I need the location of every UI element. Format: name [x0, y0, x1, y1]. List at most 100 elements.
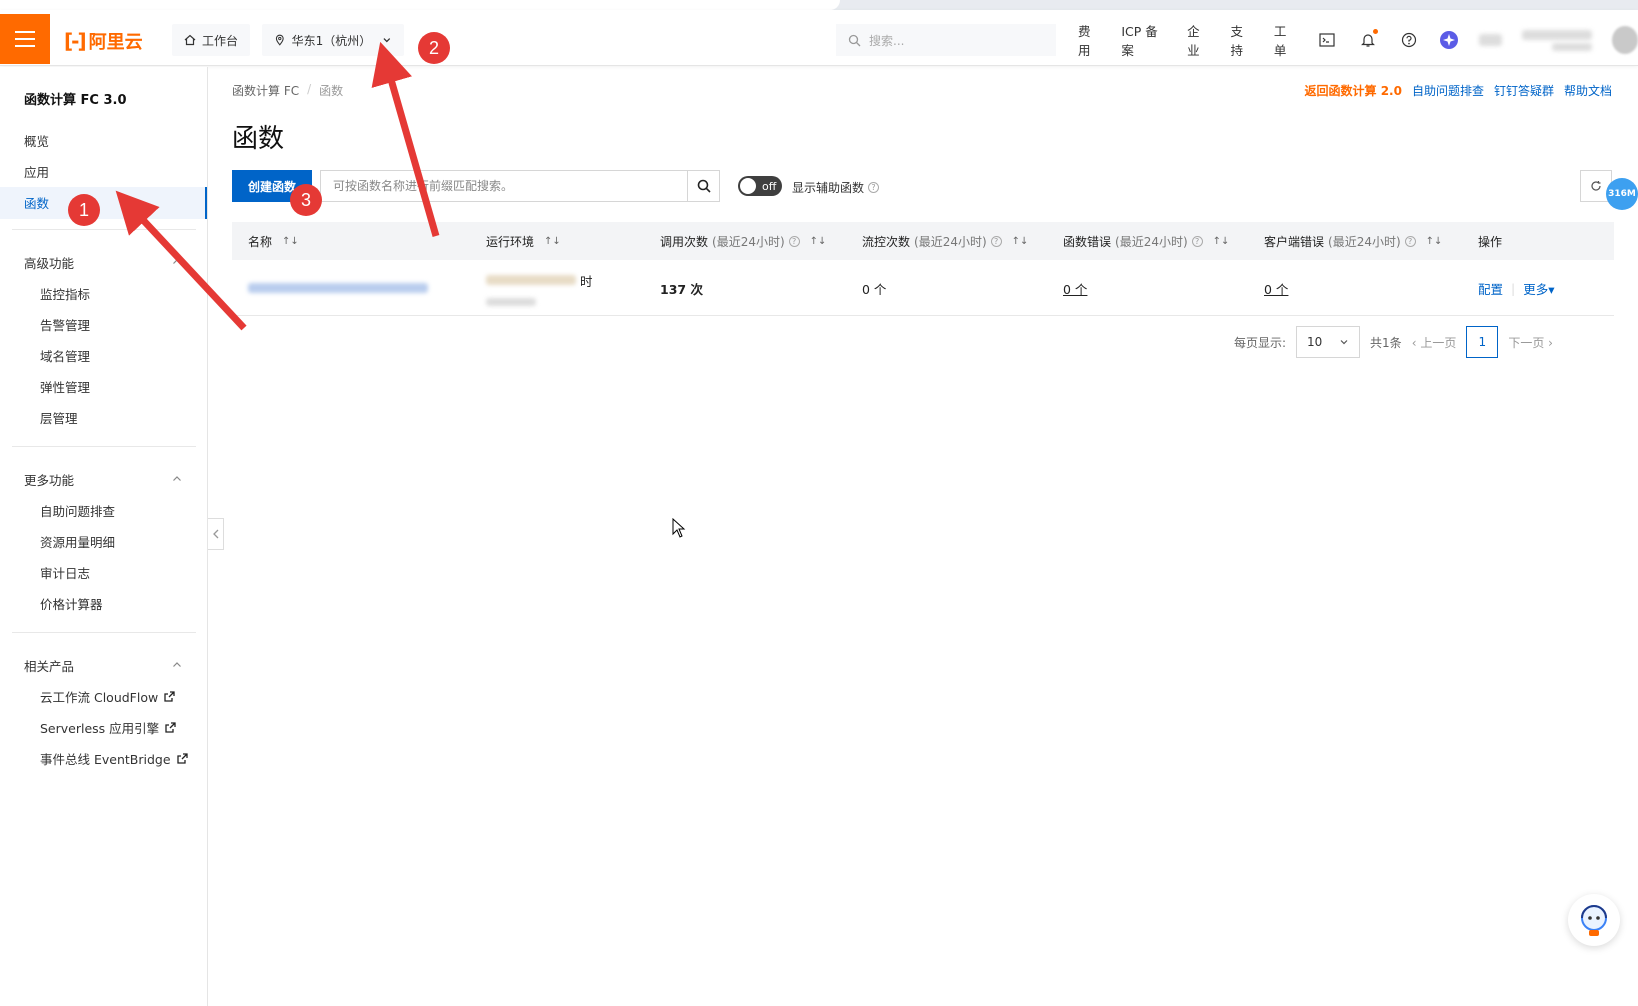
sidebar-item-cloudflow[interactable]: 云工作流 CloudFlow [40, 687, 175, 706]
nav-ticket[interactable]: 工单 [1274, 21, 1297, 59]
sidebar-item-overview[interactable]: 概览 [24, 131, 49, 150]
runtime-sub-blurred [486, 297, 536, 306]
question-icon[interactable]: ? [1191, 235, 1203, 247]
sort-icon[interactable]: ↑↓ [1426, 236, 1443, 247]
help-circle-icon[interactable] [1398, 29, 1419, 51]
sidebar-item-sae[interactable]: Serverless 应用引擎 [40, 718, 176, 737]
prev-page-button[interactable]: ‹ 上一页 [1412, 334, 1457, 351]
sidebar-item-elasticity[interactable]: 弹性管理 [40, 377, 90, 396]
nav-billing[interactable]: 费用 [1078, 21, 1101, 59]
function-search-input[interactable] [321, 171, 687, 201]
chevron-up-icon[interactable] [172, 257, 182, 267]
hamburger-menu-button[interactable] [0, 14, 50, 64]
header-label: 名称 [248, 234, 273, 249]
aliyun-logo[interactable]: [-] 阿里云 [64, 28, 143, 54]
chevron-up-icon[interactable] [172, 660, 182, 670]
ai-assistant-icon[interactable] [1439, 29, 1460, 51]
chevron-up-icon[interactable] [172, 474, 182, 484]
prev-page-label: 上一页 [1420, 335, 1457, 350]
sidebar-item-usage[interactable]: 资源用量明细 [40, 532, 115, 551]
user-avatar[interactable] [1611, 26, 1638, 54]
toggle-label-text: 显示辅助函数 [792, 181, 865, 195]
function-name-link-blurred[interactable] [248, 260, 428, 316]
question-icon[interactable]: ? [1404, 235, 1416, 247]
refresh-icon [1591, 181, 1601, 191]
page-number-current[interactable]: 1 [1466, 326, 1499, 358]
next-page-button[interactable]: 下一页 › [1508, 334, 1553, 351]
breadcrumb: 函数计算 FC / 函数 [232, 82, 343, 99]
sort-icon[interactable]: ↑↓ [810, 236, 827, 247]
sidebar-item-price-calculator[interactable]: 价格计算器 [40, 594, 103, 613]
next-page-label: 下一页 [1508, 335, 1545, 350]
sidebar-item-label: 云工作流 CloudFlow [40, 690, 159, 705]
header-label: 操作 [1478, 234, 1503, 249]
table-row: 时 137 次 0 个 0 个 0 个 配置 | 更多▾ [232, 260, 1614, 316]
caret-down-icon: ▾ [1548, 281, 1555, 297]
header-sublabel: (最近24小时) [1115, 234, 1188, 249]
region-selector[interactable]: 华东1（杭州） [262, 24, 404, 56]
brand-name: 阿里云 [88, 32, 143, 53]
sidebar-item-audit-log[interactable]: 审计日志 [40, 563, 90, 582]
sidebar-item-monitoring[interactable]: 监控指标 [40, 284, 90, 303]
sidebar-group-related[interactable]: 相关产品 [24, 656, 74, 675]
column-header-name[interactable]: 名称 ↑↓ [248, 222, 299, 260]
home-icon [184, 34, 196, 46]
question-icon[interactable]: ? [868, 182, 880, 193]
dingtalk-group-link[interactable]: 钉钉答疑群 [1494, 82, 1554, 99]
question-icon[interactable]: ? [788, 235, 800, 247]
column-header-function-errors[interactable]: 函数错误 (最近24小时)? ↑↓ [1063, 222, 1229, 260]
sort-icon[interactable]: ↑↓ [544, 236, 561, 247]
column-header-invocations[interactable]: 调用次数 (最近24小时)? ↑↓ [660, 222, 826, 260]
sort-icon[interactable]: ↑↓ [1012, 236, 1029, 247]
nav-icp[interactable]: ICP 备案 [1121, 21, 1167, 59]
region-label: 华东1（杭州） [291, 33, 372, 48]
config-link[interactable]: 配置 [1478, 279, 1503, 298]
sidebar-item-troubleshoot[interactable]: 自助问题排查 [40, 501, 115, 520]
sort-icon[interactable]: ↑↓ [1213, 236, 1230, 247]
nav-enterprise[interactable]: 企业 [1187, 21, 1210, 59]
column-header-throttles[interactable]: 流控次数 (最近24小时)? ↑↓ [862, 222, 1028, 260]
table-header: 名称 ↑↓ 运行环境 ↑↓ 调用次数 (最近24小时)? ↑↓ 流控次数 (最近24小时)… [232, 222, 1614, 260]
global-search-input[interactable]: 搜索... [836, 24, 1056, 56]
header-label: 调用次数 [660, 234, 709, 249]
sidebar-item-functions[interactable]: 函数 [24, 193, 49, 212]
breadcrumb-fc[interactable]: 函数计算 FC [232, 82, 299, 99]
row-actions: 配置 | 更多▾ [1478, 260, 1555, 316]
function-errors-value[interactable]: 0 个 [1063, 260, 1087, 316]
auxiliary-functions-toggle[interactable]: off [738, 176, 782, 196]
column-header-client-errors[interactable]: 客户端错误 (最近24小时)? ↑↓ [1264, 222, 1442, 260]
customer-service-robot-icon[interactable] [1568, 894, 1620, 946]
notification-bell-icon[interactable] [1358, 29, 1379, 51]
runtime-cell: 时 [486, 260, 593, 316]
sort-icon[interactable]: ↑↓ [282, 236, 299, 247]
functions-table: 名称 ↑↓ 运行环境 ↑↓ 调用次数 (最近24小时)? ↑↓ 流控次数 (最近24小时)… [232, 222, 1614, 316]
per-page-select[interactable]: 10 [1296, 326, 1361, 358]
client-errors-link[interactable]: 0 个 [1264, 279, 1288, 298]
more-actions-dropdown[interactable]: 更多▾ [1523, 279, 1554, 298]
location-pin-icon [275, 34, 284, 46]
back-to-fc2-link[interactable]: 返回函数计算 2.0 [1305, 82, 1402, 99]
sidebar-item-domains[interactable]: 域名管理 [40, 346, 90, 365]
sidebar-item-applications[interactable]: 应用 [24, 162, 49, 181]
search-icon [848, 34, 861, 46]
help-docs-link[interactable]: 帮助文档 [1564, 82, 1612, 99]
sidebar-item-alerts[interactable]: 告警管理 [40, 315, 90, 334]
sidebar-collapse-button[interactable] [208, 518, 224, 550]
nav-support[interactable]: 支持 [1230, 21, 1253, 59]
per-page-label: 每页显示: [1234, 335, 1287, 350]
troubleshoot-link[interactable]: 自助问题排查 [1412, 82, 1484, 99]
function-errors-link[interactable]: 0 个 [1063, 279, 1087, 298]
sidebar-item-eventbridge[interactable]: 事件总线 EventBridge [40, 749, 188, 768]
sidebar-item-layers[interactable]: 层管理 [40, 408, 78, 427]
client-errors-value[interactable]: 0 个 [1264, 260, 1288, 316]
workbench-button[interactable]: 工作台 [172, 24, 251, 56]
header-label: 流控次数 [862, 234, 911, 249]
breadcrumb-current: 函数 [319, 84, 344, 98]
question-icon[interactable]: ? [990, 235, 1002, 247]
search-button[interactable] [687, 171, 719, 201]
sidebar-group-advanced[interactable]: 高级功能 [24, 253, 74, 272]
terminal-icon[interactable] [1317, 29, 1338, 51]
header-label: 客户端错误 [1264, 234, 1325, 249]
sidebar-group-more[interactable]: 更多功能 [24, 470, 74, 489]
column-header-runtime[interactable]: 运行环境 ↑↓ [486, 222, 561, 260]
